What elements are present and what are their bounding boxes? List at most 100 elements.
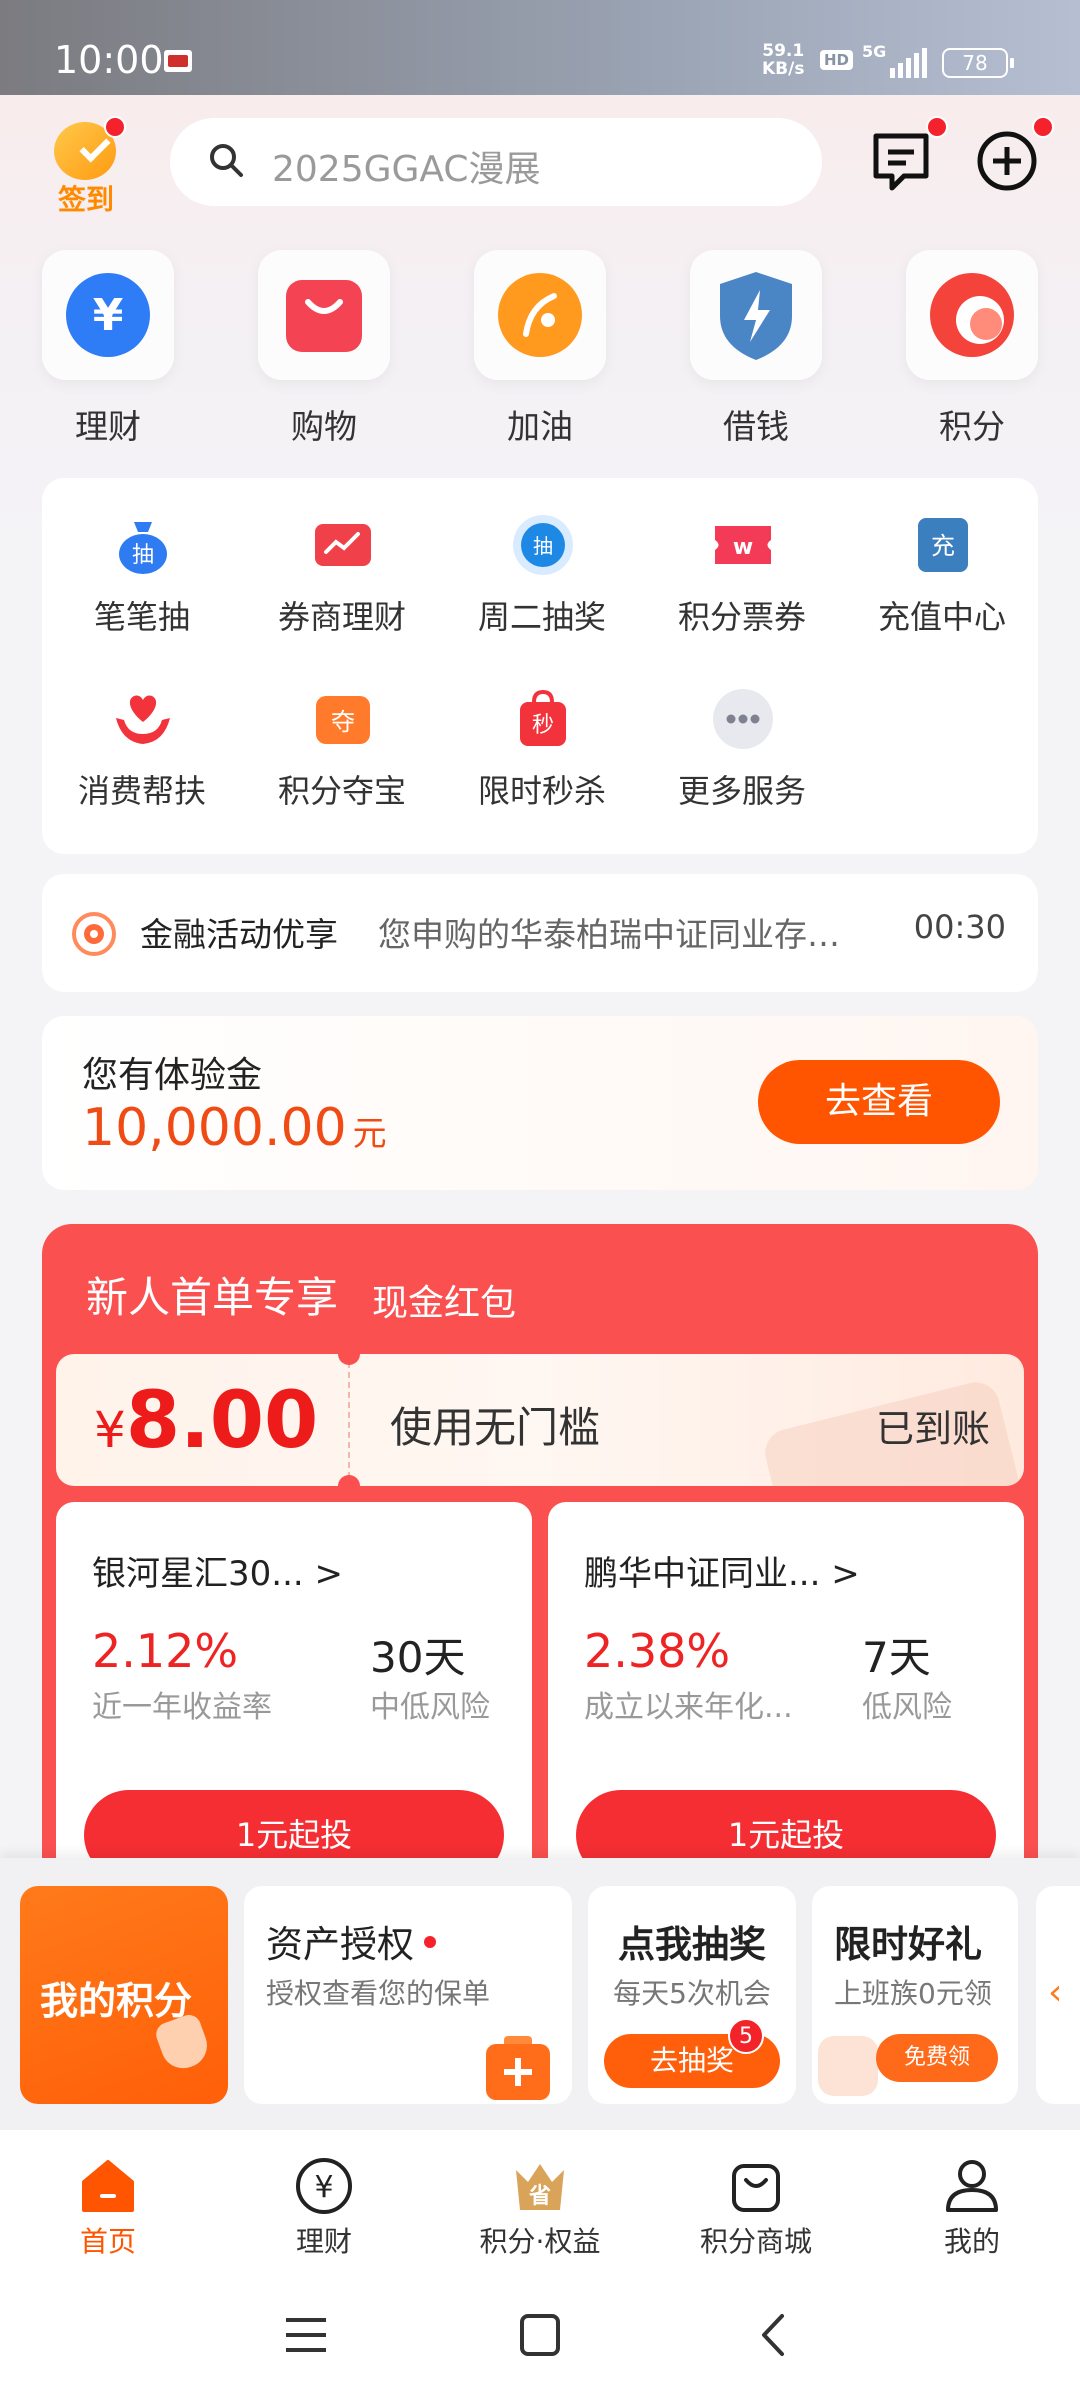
service-points-tickets[interactable]: w 积分票券 bbox=[642, 514, 842, 664]
flash-sale-bag-icon: 秒 bbox=[520, 689, 566, 746]
tab-points-mall[interactable]: 积分商城 bbox=[676, 2156, 836, 2266]
message-button[interactable] bbox=[870, 116, 948, 192]
status-time: 10:00 bbox=[54, 38, 164, 82]
invest-button[interactable]: 1元起投 bbox=[576, 1790, 996, 1864]
quick-entry-borrow[interactable]: 借钱 bbox=[690, 250, 822, 450]
shopping-bag-icon bbox=[732, 2164, 780, 2212]
menu-icon[interactable] bbox=[276, 2310, 336, 2360]
quick-entries: ¥ 理财 购物 加油 借钱 积分 bbox=[42, 250, 1038, 450]
heart-hands-icon bbox=[116, 695, 170, 744]
signal-icon bbox=[890, 48, 927, 78]
service-more[interactable]: 更多服务 bbox=[642, 688, 842, 838]
search-bar[interactable]: 2025GGAC漫展 bbox=[170, 118, 822, 206]
service-flash-sale[interactable]: 秒 限时秒杀 bbox=[442, 688, 642, 838]
svg-text:抽: 抽 bbox=[533, 534, 553, 558]
notification-icon bbox=[164, 50, 192, 72]
notice-time: 00:30 bbox=[913, 908, 1006, 946]
next-card[interactable]: ‹ bbox=[1036, 1886, 1080, 2104]
asset-auth-card[interactable]: 资产授权 授权查看您的保单 bbox=[244, 1886, 572, 2104]
notice-bar[interactable]: 金融活动优享 您申购的华泰柏瑞中证同业存… 00:30 bbox=[42, 874, 1038, 992]
fund-name[interactable]: 银河星汇30... > bbox=[92, 1546, 343, 1595]
limited-gift-card[interactable]: 限时好礼 上班族0元领 免费领 bbox=[812, 1886, 1018, 2104]
quick-entry-shopping[interactable]: 购物 bbox=[258, 250, 390, 450]
svg-text:w: w bbox=[733, 535, 753, 560]
experience-title: 您有体验金 bbox=[82, 1055, 263, 1096]
notice-text: 您申购的华泰柏瑞中证同业存… bbox=[378, 915, 840, 954]
fund-term: 30天 bbox=[370, 1633, 466, 1682]
quick-entry-licai[interactable]: ¥ 理财 bbox=[42, 250, 174, 450]
fuel-icon bbox=[498, 273, 582, 357]
more-icon bbox=[713, 689, 773, 749]
svg-text:夺: 夺 bbox=[331, 708, 355, 736]
hd-icon: HD bbox=[820, 50, 854, 70]
network-type: 5G bbox=[862, 42, 887, 61]
fund-rate: 2.12% bbox=[92, 1624, 239, 1678]
battery-icon: 78 bbox=[942, 48, 1014, 78]
fund-card[interactable]: 银河星汇30... > 2.12% 近一年收益率 30天 中低风险 1元起投 bbox=[56, 1502, 532, 1864]
coupon-desc: 使用无门槛 bbox=[390, 1403, 601, 1452]
coupon-status: 已到账 bbox=[875, 1407, 990, 1451]
crown-save-icon: 省 bbox=[516, 2164, 564, 2210]
quick-entry-points[interactable]: 积分 bbox=[906, 250, 1038, 450]
lottery-icon: 抽 bbox=[513, 515, 573, 575]
service-tuesday-lottery[interactable]: 抽 周二抽奖 bbox=[442, 514, 642, 664]
tab-finance[interactable]: ¥ 理财 bbox=[244, 2156, 404, 2266]
free-claim-button[interactable]: 免费领 bbox=[876, 2034, 998, 2082]
bottom-promo-strip: 我的积分 资产授权 授权查看您的保单 点我抽奖 每天5次机会 去抽奖 5 限时好… bbox=[0, 1858, 1080, 2130]
signin-label: 签到 bbox=[57, 183, 114, 216]
lucky-bag-icon: 抽 bbox=[119, 522, 167, 574]
yen-icon: ¥ bbox=[66, 273, 150, 357]
shield-bolt-icon bbox=[720, 272, 792, 360]
network-speed: 59.1 KB/s bbox=[762, 41, 805, 79]
services-grid: 抽 笔笔抽 券商理财 抽 周二抽奖 w 积分票券 充 充值中心 消费帮扶 夺 积… bbox=[42, 478, 1038, 854]
fund-name[interactable]: 鹏华中证同业... > bbox=[584, 1546, 860, 1595]
fund-risk: 中低风险 bbox=[370, 1690, 490, 1725]
system-nav-bar bbox=[0, 2270, 1080, 2400]
lottery-card[interactable]: 点我抽奖 每天5次机会 去抽奖 5 bbox=[588, 1886, 796, 2104]
gift-title: 限时好礼 bbox=[834, 1923, 982, 1966]
service-broker-finance[interactable]: 券商理财 bbox=[242, 514, 442, 664]
asset-auth-subtitle: 授权查看您的保单 bbox=[266, 1977, 491, 2010]
search-placeholder: 2025GGAC漫展 bbox=[272, 149, 541, 190]
view-button[interactable]: 去查看 bbox=[758, 1060, 1000, 1144]
bottom-tab-bar: 首页 ¥ 理财 省 积分·权益 积分商城 我的 bbox=[0, 2130, 1080, 2270]
notice-title: 金融活动优享 bbox=[140, 915, 338, 954]
back-icon[interactable] bbox=[744, 2310, 804, 2360]
new-user-promo: 新人首单专享 现金红包 ¥8.00 使用无门槛 已到账 银河星汇30... > … bbox=[42, 1224, 1038, 1864]
notification-dot bbox=[926, 116, 948, 138]
fund-rate-label: 成立以来年化... bbox=[584, 1690, 793, 1725]
service-recharge-center[interactable]: 充 充值中心 bbox=[842, 514, 1042, 664]
lottery-title: 点我抽奖 bbox=[618, 1923, 766, 1966]
add-button[interactable] bbox=[976, 116, 1054, 192]
shopping-bag-icon bbox=[286, 280, 362, 352]
add-card-icon bbox=[486, 2036, 550, 2100]
home-square-icon[interactable] bbox=[510, 2310, 570, 2360]
fund-card[interactable]: 鹏华中证同业... > 2.38% 成立以来年化... 7天 低风险 1元起投 bbox=[548, 1502, 1024, 1864]
promo-title: 新人首单专享 bbox=[86, 1273, 339, 1322]
treasure-icon: 夺 bbox=[316, 696, 370, 744]
service-consumer-aid[interactable]: 消费帮扶 bbox=[42, 688, 242, 838]
fund-risk: 低风险 bbox=[862, 1690, 952, 1725]
service-bibichou[interactable]: 抽 笔笔抽 bbox=[42, 514, 242, 664]
tab-me[interactable]: 我的 bbox=[892, 2156, 1052, 2266]
lottery-subtitle: 每天5次机会 bbox=[613, 1977, 771, 2010]
home-icon bbox=[82, 2160, 134, 2212]
svg-text:¥: ¥ bbox=[314, 2170, 333, 2205]
points-icon bbox=[930, 273, 1014, 357]
ticket-icon: w bbox=[715, 526, 771, 564]
trend-ticket-icon bbox=[315, 524, 371, 566]
tab-home[interactable]: 首页 bbox=[28, 2156, 188, 2266]
quick-entry-fuel[interactable]: 加油 bbox=[474, 250, 606, 450]
experience-fund-card: 您有体验金 10,000.00 元 去查看 bbox=[42, 1016, 1038, 1190]
experience-amount: 10,000.00 元 bbox=[82, 1098, 387, 1158]
red-packet-coupon[interactable]: ¥8.00 使用无门槛 已到账 bbox=[56, 1354, 1024, 1486]
message-icon bbox=[873, 133, 929, 191]
svg-text:充: 充 bbox=[931, 532, 955, 560]
invest-button[interactable]: 1元起投 bbox=[84, 1790, 504, 1864]
my-points-button[interactable]: 我的积分 bbox=[20, 1886, 228, 2104]
fund-term: 7天 bbox=[862, 1633, 931, 1682]
signin-button[interactable]: 签到 bbox=[44, 116, 128, 216]
tab-points-benefits[interactable]: 省 积分·权益 bbox=[460, 2156, 620, 2266]
service-points-treasure[interactable]: 夺 积分夺宝 bbox=[242, 688, 442, 838]
svg-text:抽: 抽 bbox=[132, 543, 154, 568]
